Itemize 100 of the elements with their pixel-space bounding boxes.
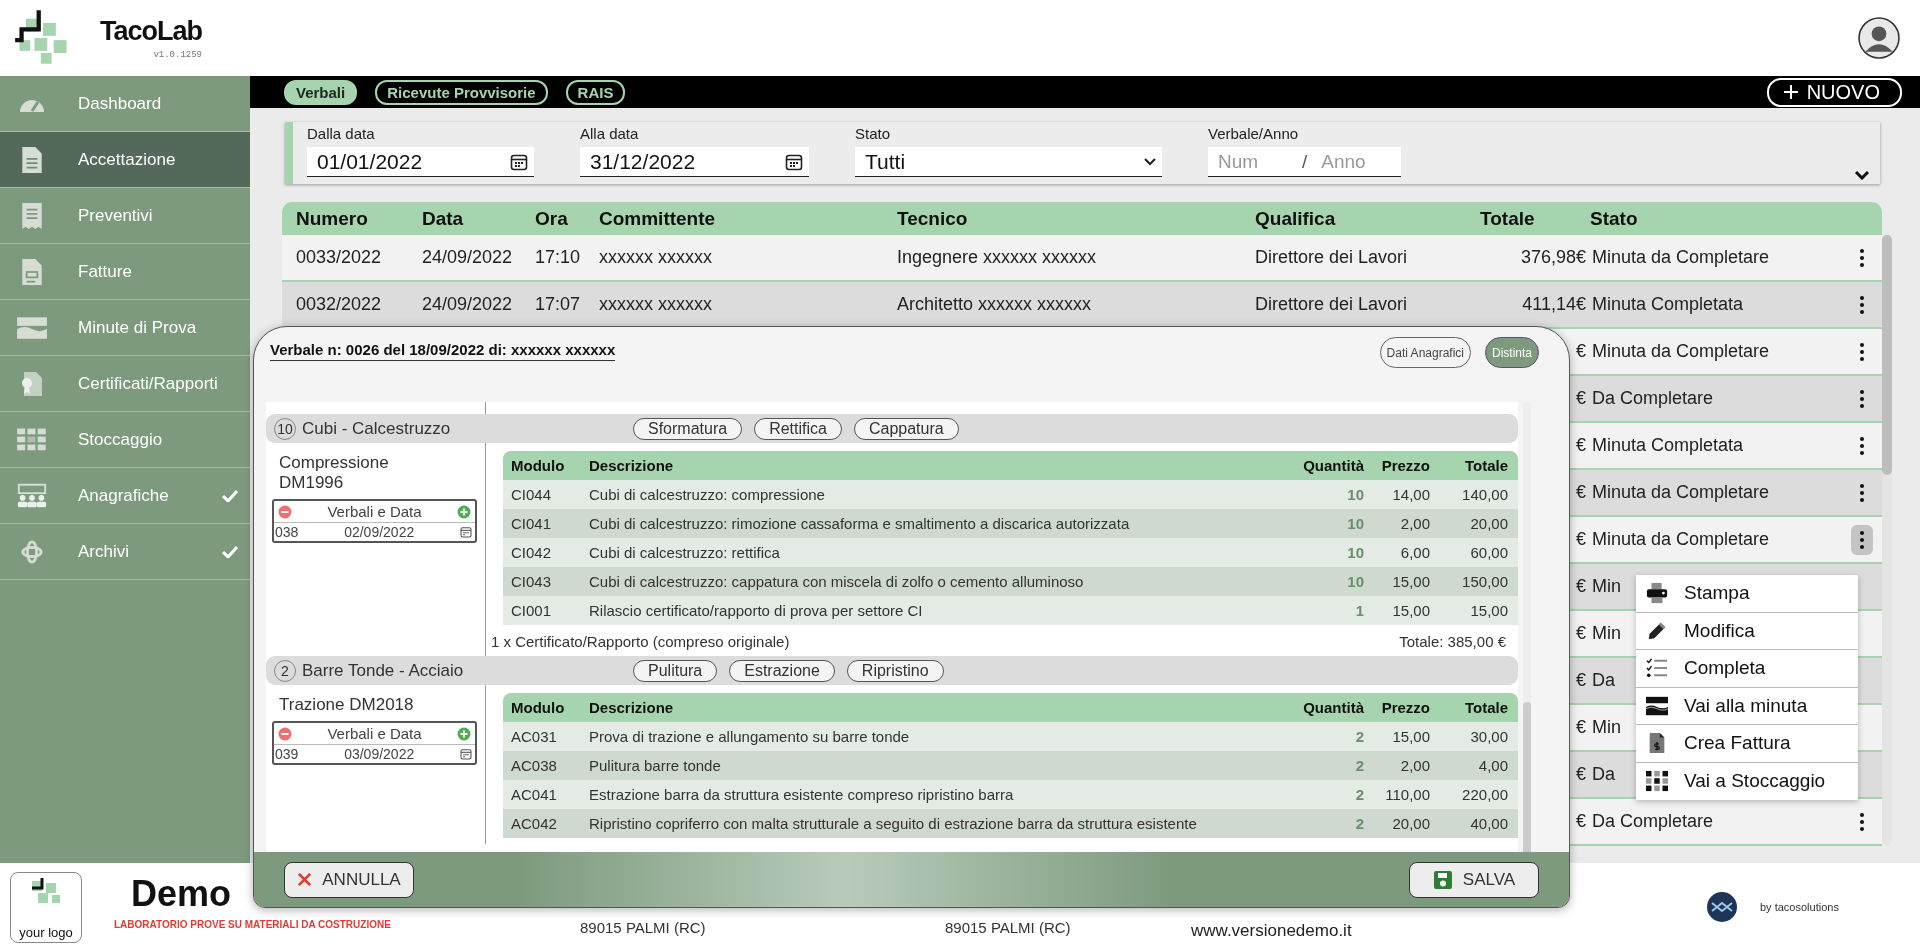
table-cell-text: 2,00 <box>1399 757 1430 774</box>
add-icon[interactable] <box>457 504 471 519</box>
table-cell: Direttore dei Lavori <box>1255 294 1408 314</box>
printer-icon <box>1646 582 1668 605</box>
logo-text: your logo <box>19 925 73 940</box>
table-cell: 17:10 <box>535 247 581 267</box>
table-cell: € <box>1576 341 1586 361</box>
calendar-icon[interactable] <box>510 152 528 171</box>
operation-chip[interactable]: Rettifica <box>754 417 842 440</box>
tab[interactable]: RAIS <box>565 79 626 105</box>
column-header: Ora <box>535 207 569 230</box>
table-cell: Min <box>1592 717 1621 737</box>
menu-item[interactable]: Vai a Stoccaggio <box>1636 762 1858 800</box>
table-cell: € <box>1576 717 1586 737</box>
scrollbar[interactable] <box>1882 235 1892 845</box>
table-cell: Da <box>1592 670 1615 690</box>
operation-chip[interactable]: Estrazione <box>729 659 835 682</box>
table-cell-text: AC038 <box>511 757 558 774</box>
table-cell: 411,14€ <box>1522 294 1586 314</box>
table-cell-text: 110,00 <box>1384 786 1430 803</box>
website-link[interactable]: www.versionedemo.it <box>1191 921 1352 941</box>
kebab-menu-icon[interactable] <box>1859 247 1865 268</box>
kebab-menu-icon[interactable] <box>1859 482 1865 503</box>
kebab-menu-icon[interactable] <box>1859 388 1865 409</box>
table-cell: € <box>1576 764 1586 784</box>
receipt-icon <box>21 201 43 230</box>
logo-icon <box>1706 891 1738 923</box>
tab[interactable]: Verbali <box>284 79 358 105</box>
summary-text: 1 x Certificato/Rapporto (compreso originale) <box>491 633 790 650</box>
table-cell: € <box>1576 576 1586 596</box>
table-cell-text: 150,00 <box>1461 573 1508 590</box>
table-cell-text: AC031 <box>511 728 558 745</box>
separator-text: / <box>1301 150 1309 173</box>
table-cell: xxxxxx xxxxxx <box>599 247 712 267</box>
table-cell-text: 2 <box>1354 815 1364 832</box>
table-cell: 0033/2022 <box>296 247 382 267</box>
document-icon <box>21 145 43 174</box>
cancel-button[interactable]: ANNULLA <box>284 861 414 898</box>
avatar-icon[interactable] <box>1858 17 1900 59</box>
table-cell-text: 10 <box>1346 544 1364 561</box>
scrollbar[interactable] <box>1523 402 1531 852</box>
version-label: v1.0.1259 <box>153 50 202 60</box>
kebab-menu-icon[interactable] <box>1859 341 1865 362</box>
verbale-number: 039 <box>275 746 299 762</box>
remove-icon[interactable] <box>278 504 292 519</box>
date-field[interactable]: 01/01/2022 <box>307 147 534 177</box>
new-button[interactable]: NUOVO <box>1766 77 1902 107</box>
table-cell-text: 20,00 <box>1469 515 1508 532</box>
table-cell: Da <box>1592 764 1615 784</box>
verbale-date[interactable]: 03/09/2022 <box>298 746 460 762</box>
column-header: Tecnico <box>897 207 969 230</box>
operation-chip[interactable]: Pulitura <box>633 659 718 682</box>
tab[interactable]: Ricevute Provvisorie <box>375 79 548 105</box>
tab[interactable]: Dati Anagrafici <box>1379 337 1471 368</box>
table-cell-text: 14,00 <box>1391 486 1430 503</box>
chevron-down-icon[interactable] <box>1854 170 1870 180</box>
verbale-field[interactable]: Num / Anno <box>1208 147 1402 177</box>
group-title: Barre Tonde - Acciaio <box>302 660 465 681</box>
operation-chip[interactable]: Ripristino <box>846 659 944 682</box>
table-cell: Minuta da Completare <box>1592 529 1770 549</box>
table-cell-text: 10 <box>1346 515 1364 532</box>
table-cell-text: Rilascio certificato/rapporto di prova per settore CI <box>589 602 924 619</box>
date-field[interactable]: 31/12/2022 <box>580 147 809 177</box>
grid-icon <box>1646 770 1668 793</box>
checklist-icon <box>1646 657 1668 680</box>
group-title: Cubi - Calcestruzzo <box>302 418 452 439</box>
column-header: Totale <box>1479 207 1536 230</box>
kebab-menu-icon[interactable] <box>1859 811 1865 832</box>
box-title: Verbali e Data <box>327 725 422 742</box>
calendar-icon[interactable] <box>785 152 803 171</box>
calendar-icon[interactable] <box>460 748 472 760</box>
field-label: Verbale/Anno <box>1208 125 1300 142</box>
table-cell-text: 4,00 <box>1477 757 1508 774</box>
table-cell-text: 2 <box>1354 786 1364 803</box>
modal-title: Verbale n: 0026 del 18/09/2022 di: xxxxxx xxxxxx <box>270 341 616 361</box>
remove-icon[interactable] <box>278 726 292 741</box>
verbale-date[interactable]: 02/09/2022 <box>298 524 460 540</box>
table-cell-text: 15,00 <box>1391 602 1430 619</box>
table-cell: Min <box>1592 576 1621 596</box>
table-cell-text: CI042 <box>511 544 553 561</box>
table-cell: Min <box>1592 623 1621 643</box>
calendar-icon[interactable] <box>460 526 472 538</box>
column-header: Modulo <box>511 457 566 474</box>
kebab-menu-icon[interactable] <box>1859 435 1865 456</box>
table-cell: Architetto xxxxxx xxxxxx <box>897 294 1092 314</box>
add-icon[interactable] <box>457 726 471 741</box>
operation-chip[interactable]: Sformatura <box>633 417 743 440</box>
table-cell: Ingegnere xxxxxx xxxxxx <box>897 247 1097 267</box>
kebab-menu-icon[interactable] <box>1859 294 1865 315</box>
column-header: Totale <box>1463 699 1508 716</box>
operation-chip[interactable]: Cappatura <box>853 417 959 440</box>
people-icon <box>16 482 48 509</box>
table-cell: € <box>1576 482 1586 502</box>
table-cell: Minuta Completata <box>1592 435 1744 455</box>
save-button[interactable]: SALVA <box>1409 861 1539 898</box>
column-header: Totale <box>1463 457 1508 474</box>
status-select[interactable]: Tutti <box>855 147 1162 177</box>
chevron-down-icon <box>1144 157 1156 166</box>
kebab-menu-icon[interactable] <box>1851 524 1873 555</box>
sidebar-item[interactable]: Accettazione <box>0 132 250 188</box>
